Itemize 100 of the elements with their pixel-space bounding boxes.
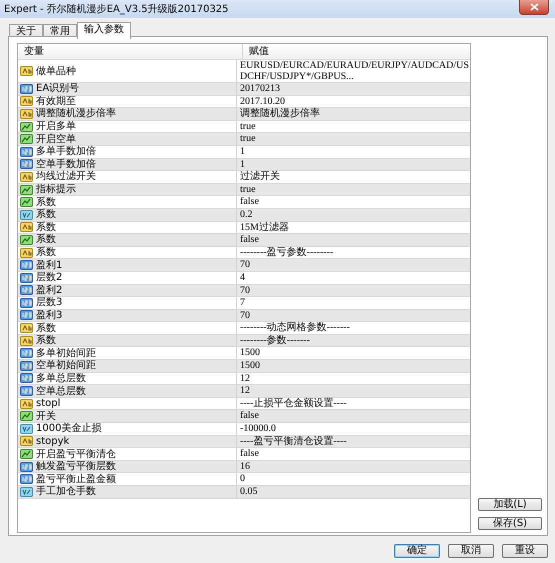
parameter-value[interactable]: 过滤开关 <box>237 171 470 183</box>
parameter-name[interactable]: 系数 <box>36 247 56 258</box>
type-icon <box>20 96 33 106</box>
parameter-value[interactable]: 12 <box>237 385 470 397</box>
parameter-name[interactable]: 系数 <box>36 222 56 233</box>
close-button[interactable] <box>519 0 549 15</box>
parameter-name[interactable]: EA识别号 <box>36 83 80 94</box>
type-icon <box>20 398 33 409</box>
dialog-button[interactable]: 取消 <box>448 544 494 558</box>
parameter-value[interactable]: 7 <box>237 297 470 309</box>
dialog-button[interactable]: 确定 <box>394 544 440 558</box>
type-icon <box>20 424 33 434</box>
parameter-name[interactable]: 系数 <box>36 335 56 346</box>
parameter-name[interactable]: 空单初始间距 <box>36 360 96 372</box>
parameter-name[interactable]: 多单总层数 <box>36 372 86 384</box>
parameter-name[interactable]: 调整随机漫步倍率 <box>36 108 116 120</box>
type-icon <box>20 348 33 358</box>
parameter-value[interactable]: EURUSD/EURCAD/EURAUD/EURJPY/AUDCAD/USDCHF/USDJPY*/GBPUS... <box>237 60 470 82</box>
parameter-name[interactable]: 系数 <box>36 234 56 246</box>
parameter-value[interactable]: 70 <box>237 284 470 296</box>
parameter-value[interactable]: 4 <box>237 272 470 284</box>
type-icon <box>20 373 33 384</box>
parameter-name[interactable]: 系数 <box>36 209 56 220</box>
parameter-value[interactable]: 0.2 <box>237 208 470 221</box>
parameter-value[interactable]: 20170213 <box>237 83 470 95</box>
parameter-name[interactable]: 系数 <box>36 322 56 334</box>
parameter-name[interactable]: 做单品种 <box>36 66 76 76</box>
type-icon <box>20 84 33 94</box>
side-button[interactable]: 加载(L) <box>478 498 542 511</box>
type-icon <box>20 172 33 182</box>
parameter-name[interactable]: 多单手数加倍 <box>36 146 96 158</box>
type-icon <box>20 411 33 422</box>
parameter-value[interactable]: 调整随机漫步倍率 <box>237 108 470 120</box>
parameter-value[interactable]: 1500 <box>237 347 470 360</box>
type-icon <box>20 248 33 258</box>
parameter-name[interactable]: 开启空单 <box>36 134 76 145</box>
parameter-name[interactable]: 开启多单 <box>36 121 76 132</box>
side-button[interactable]: 保存(S) <box>478 517 542 530</box>
parameter-value[interactable]: false <box>237 448 470 460</box>
type-icon <box>20 336 33 346</box>
type-icon <box>20 323 33 334</box>
parameter-name[interactable]: 多单初始间距 <box>36 348 96 359</box>
parameter-name[interactable]: 指标提示 <box>36 184 76 196</box>
type-icon <box>20 134 33 144</box>
parameter-name[interactable]: 手工加仓手数 <box>36 486 96 498</box>
parameter-value[interactable]: --------动态网格参数------- <box>237 322 470 334</box>
parameter-value[interactable]: 0 <box>237 473 470 485</box>
parameter-name[interactable]: 盈利1 <box>36 260 62 271</box>
parameter-value[interactable]: 15M过滤器 <box>237 222 470 234</box>
dialog-button[interactable]: 重设 <box>502 544 548 558</box>
parameter-value[interactable]: 70 <box>237 310 470 322</box>
parameter-value[interactable]: --------盈亏参数-------- <box>237 246 470 258</box>
parameter-value[interactable]: true <box>237 184 470 196</box>
parameter-name[interactable]: 开启盈亏平衡清仓 <box>36 448 116 460</box>
type-icon <box>20 285 33 296</box>
parameter-value[interactable]: ----止损平仓金额设置---- <box>237 398 470 410</box>
type-icon <box>20 474 33 484</box>
parameter-value[interactable]: 1 <box>237 158 470 170</box>
parameter-name[interactable]: 有效期至 <box>36 96 76 107</box>
parameter-name[interactable]: 系数 <box>36 196 56 208</box>
parameter-name[interactable]: 触发盈亏平衡层数 <box>36 461 116 472</box>
parameter-value[interactable]: true <box>237 120 470 132</box>
parameter-value[interactable]: --------参数------- <box>237 334 470 346</box>
parameter-value[interactable]: ----盈亏平衡清仓设置---- <box>237 436 470 448</box>
parameter-value[interactable]: false <box>237 196 470 208</box>
parameter-name[interactable]: 开关 <box>36 410 56 422</box>
type-icon <box>20 184 33 195</box>
parameter-value[interactable]: 12 <box>237 372 470 384</box>
parameter-value[interactable]: true <box>237 133 470 145</box>
parameter-value[interactable]: 2017.10.20 <box>237 96 470 108</box>
parameter-value[interactable]: false <box>237 410 470 422</box>
type-icon <box>20 122 33 132</box>
parameter-value[interactable]: 16 <box>237 460 470 472</box>
close-icon <box>530 3 538 11</box>
parameter-value[interactable]: -10000.0 <box>237 423 470 435</box>
type-icon <box>20 159 33 170</box>
parameter-name[interactable]: stopyk <box>36 436 70 447</box>
type-icon <box>20 108 33 119</box>
parameter-name[interactable]: 盈利3 <box>36 310 62 321</box>
parameter-value[interactable]: 1500 <box>237 360 470 372</box>
parameter-name[interactable]: 空单总层数 <box>36 386 86 397</box>
parameter-name[interactable]: stopl <box>36 398 60 410</box>
parameter-value[interactable]: false <box>237 234 470 246</box>
tab[interactable]: 输入参数 <box>77 22 131 39</box>
type-icon <box>20 436 33 446</box>
type-icon <box>20 260 33 270</box>
parameter-name[interactable]: 层数2 <box>36 272 62 284</box>
parameter-value[interactable]: 0.05 <box>237 486 470 498</box>
parameter-name[interactable]: 1000美金止损 <box>36 423 102 434</box>
column-header[interactable]: 变量 <box>18 44 243 59</box>
parameter-value[interactable]: 1 <box>237 146 470 158</box>
type-icon <box>20 66 33 76</box>
parameter-name[interactable]: 空单手数加倍 <box>36 158 96 170</box>
type-icon <box>20 449 33 460</box>
parameter-value[interactable]: 70 <box>237 259 470 271</box>
parameter-name[interactable]: 均线过滤开关 <box>36 171 96 182</box>
parameter-name[interactable]: 盈亏平衡止盈金额 <box>36 474 116 485</box>
parameter-name[interactable]: 盈利2 <box>36 284 62 296</box>
column-header[interactable]: 赋值 <box>243 44 269 59</box>
parameter-name[interactable]: 层数3 <box>36 297 62 308</box>
